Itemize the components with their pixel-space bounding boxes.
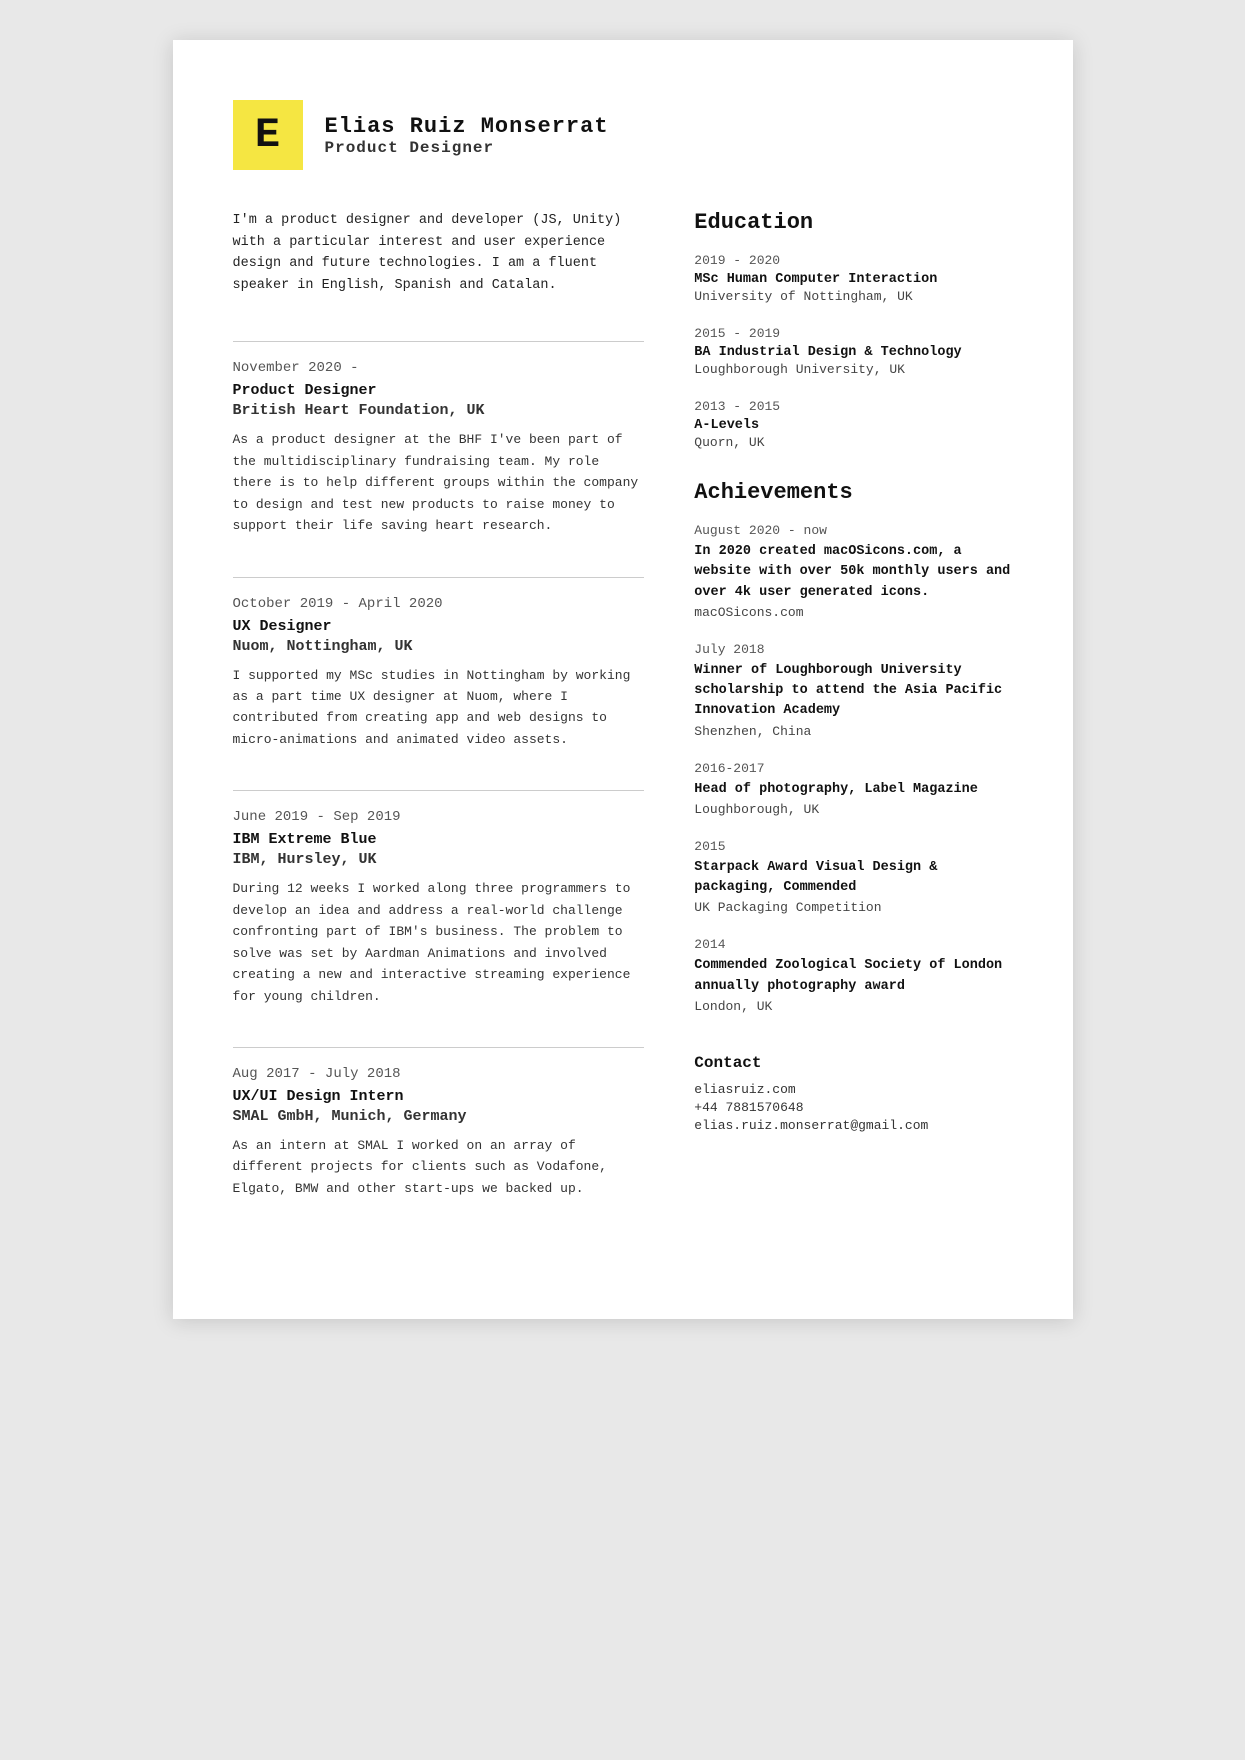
- header-text: Elias Ruiz Monserrat Product Designer: [325, 114, 609, 157]
- section-divider: [233, 341, 645, 342]
- exp-role: UX/UI Design Intern: [233, 1088, 645, 1105]
- contact-item: elias.ruiz.monserrat@gmail.com: [694, 1118, 1012, 1133]
- achievement-item: 2015 Starpack Award Visual Design & pack…: [694, 839, 1012, 916]
- achievement-item: July 2018 Winner of Loughborough Univers…: [694, 642, 1012, 739]
- edu-degree: MSc Human Computer Interaction: [694, 272, 1012, 287]
- experience-item: November 2020 - Product Designer British…: [233, 341, 645, 536]
- ach-date: 2015: [694, 839, 1012, 854]
- contact-item: +44 7881570648: [694, 1100, 1012, 1115]
- ach-date: 2014: [694, 937, 1012, 952]
- header-section: E Elias Ruiz Monserrat Product Designer: [233, 100, 1013, 170]
- bio-text: I'm a product designer and developer (JS…: [233, 210, 645, 296]
- exp-date: November 2020 -: [233, 360, 645, 376]
- resume-container: E Elias Ruiz Monserrat Product Designer …: [173, 40, 1073, 1319]
- experience-item: June 2019 - Sep 2019 IBM Extreme Blue IB…: [233, 790, 645, 1007]
- achievements-list: August 2020 - now In 2020 created macOSi…: [694, 523, 1012, 1014]
- contact-title: Contact: [694, 1054, 1012, 1072]
- exp-description: I supported my MSc studies in Nottingham…: [233, 665, 645, 751]
- education-list: 2019 - 2020 MSc Human Computer Interacti…: [694, 253, 1012, 450]
- exp-description: As a product designer at the BHF I've be…: [233, 429, 645, 536]
- edu-school: Loughborough University, UK: [694, 362, 1012, 377]
- ach-title: Winner of Loughborough University schola…: [694, 661, 1012, 722]
- exp-date: June 2019 - Sep 2019: [233, 809, 645, 825]
- achievement-item: 2014 Commended Zoological Society of Lon…: [694, 937, 1012, 1014]
- edu-degree: A-Levels: [694, 418, 1012, 433]
- exp-company: IBM, Hursley, UK: [233, 851, 645, 868]
- full-name: Elias Ruiz Monserrat: [325, 114, 609, 139]
- edu-years: 2013 - 2015: [694, 399, 1012, 414]
- education-item: 2019 - 2020 MSc Human Computer Interacti…: [694, 253, 1012, 304]
- ach-title: In 2020 created macOSicons.com, a websit…: [694, 542, 1012, 603]
- edu-years: 2019 - 2020: [694, 253, 1012, 268]
- left-column: I'm a product designer and developer (JS…: [233, 210, 645, 1239]
- ach-title: Starpack Award Visual Design & packaging…: [694, 858, 1012, 899]
- ach-subtitle: Shenzhen, China: [694, 724, 1012, 739]
- ach-date: 2016-2017: [694, 761, 1012, 776]
- edu-school: University of Nottingham, UK: [694, 289, 1012, 304]
- edu-school: Quorn, UK: [694, 435, 1012, 450]
- exp-role: UX Designer: [233, 618, 645, 635]
- ach-title: Head of photography, Label Magazine: [694, 780, 1012, 800]
- contact-section: Contact eliasruiz.com+44 7881570648elias…: [694, 1054, 1012, 1133]
- edu-years: 2015 - 2019: [694, 326, 1012, 341]
- edu-degree: BA Industrial Design & Technology: [694, 345, 1012, 360]
- education-item: 2013 - 2015 A-Levels Quorn, UK: [694, 399, 1012, 450]
- experience-item: Aug 2017 - July 2018 UX/UI Design Intern…: [233, 1047, 645, 1199]
- exp-company: SMAL GmbH, Munich, Germany: [233, 1108, 645, 1125]
- achievement-item: 2016-2017 Head of photography, Label Mag…: [694, 761, 1012, 817]
- experience-list: November 2020 - Product Designer British…: [233, 341, 645, 1199]
- achievement-item: August 2020 - now In 2020 created macOSi…: [694, 523, 1012, 620]
- achievements-title: Achievements: [694, 480, 1012, 505]
- education-item: 2015 - 2019 BA Industrial Design & Techn…: [694, 326, 1012, 377]
- exp-role: Product Designer: [233, 382, 645, 399]
- achievements-section: Achievements August 2020 - now In 2020 c…: [694, 480, 1012, 1014]
- main-layout: I'm a product designer and developer (JS…: [233, 210, 1013, 1239]
- contact-item: eliasruiz.com: [694, 1082, 1012, 1097]
- section-divider: [233, 577, 645, 578]
- exp-company: British Heart Foundation, UK: [233, 402, 645, 419]
- ach-subtitle: London, UK: [694, 999, 1012, 1014]
- section-divider: [233, 1047, 645, 1048]
- exp-date: Aug 2017 - July 2018: [233, 1066, 645, 1082]
- ach-subtitle: macOSicons.com: [694, 605, 1012, 620]
- exp-date: October 2019 - April 2020: [233, 596, 645, 612]
- ach-date: August 2020 - now: [694, 523, 1012, 538]
- avatar-initial: E: [255, 111, 280, 159]
- contact-list: eliasruiz.com +44 7881570648 elias.ruiz.mo…: [694, 1082, 1012, 1133]
- exp-description: During 12 weeks I worked along three pro…: [233, 878, 645, 1007]
- right-column: Education 2019 - 2020 MSc Human Computer…: [694, 210, 1012, 1239]
- section-divider: [233, 790, 645, 791]
- ach-title: Commended Zoological Society of London a…: [694, 956, 1012, 997]
- ach-subtitle: UK Packaging Competition: [694, 900, 1012, 915]
- ach-date: July 2018: [694, 642, 1012, 657]
- exp-company: Nuom, Nottingham, UK: [233, 638, 645, 655]
- education-title: Education: [694, 210, 1012, 235]
- avatar: E: [233, 100, 303, 170]
- experience-item: October 2019 - April 2020 UX Designer Nu…: [233, 577, 645, 751]
- exp-role: IBM Extreme Blue: [233, 831, 645, 848]
- job-title: Product Designer: [325, 139, 609, 157]
- exp-description: As an intern at SMAL I worked on an arra…: [233, 1135, 645, 1199]
- ach-subtitle: Loughborough, UK: [694, 802, 1012, 817]
